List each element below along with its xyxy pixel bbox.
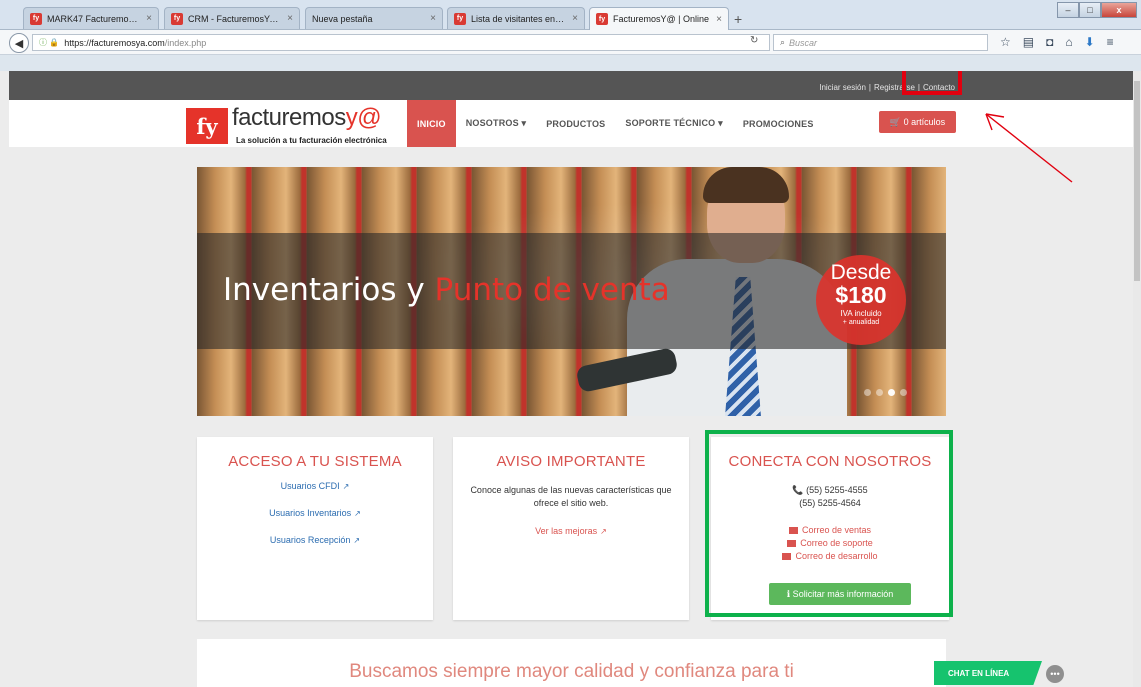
tab-title: FacturemosY@ | Online bbox=[613, 14, 710, 24]
bookmark-star-icon[interactable]: ☆ bbox=[1000, 35, 1011, 49]
link-label: Usuarios CFDI bbox=[280, 481, 340, 491]
link-usuarios-inventarios[interactable]: Usuarios Inventarios ↗ bbox=[197, 508, 433, 518]
browser-tab[interactable]: fy Lista de visitantes en esper... × bbox=[447, 7, 585, 29]
carousel-dot[interactable] bbox=[900, 389, 907, 396]
new-tab-button[interactable]: + bbox=[734, 11, 742, 27]
access-card-title: ACCESO A TU SISTEMA bbox=[228, 453, 402, 470]
close-tab-icon[interactable]: × bbox=[287, 13, 293, 24]
notice-text: Conoce algunas de las nuevas característ… bbox=[470, 485, 672, 508]
bottom-section-title: Buscamos siempre mayor calidad y confian… bbox=[349, 661, 794, 682]
link-separator: | bbox=[868, 83, 871, 92]
logo-mark[interactable]: fy bbox=[186, 108, 228, 144]
close-tab-icon[interactable]: × bbox=[146, 13, 152, 24]
minimize-icon[interactable]: ‒ bbox=[1057, 2, 1079, 18]
close-tab-icon[interactable]: × bbox=[572, 13, 578, 24]
reload-icon[interactable]: ↻ bbox=[750, 35, 758, 46]
tab-title: Nueva pestaña bbox=[312, 13, 373, 24]
url-path: /index.php bbox=[164, 37, 207, 48]
banner-title: Inventarios y Punto de venta bbox=[223, 272, 670, 308]
browser-tab-strip: fy MARK47 FacturemosY@ | L... × fy CRM -… bbox=[0, 0, 1141, 30]
close-window-icon[interactable]: x bbox=[1101, 2, 1137, 18]
hero-banner[interactable]: Inventarios y Punto de venta Desde $180 … bbox=[197, 167, 946, 416]
scrollbar-thumb[interactable] bbox=[1134, 81, 1140, 281]
chat-bubble-icon[interactable]: ••• bbox=[1046, 665, 1064, 683]
page-top-gap bbox=[0, 55, 1141, 71]
address-bar[interactable]: ⓘ 🔒 https://facturemosya.com /index.php bbox=[32, 34, 770, 51]
notice-card: AVISO IMPORTANTE Conoce algunas de las n… bbox=[453, 437, 689, 620]
browser-tab[interactable]: Nueva pestaña × bbox=[305, 7, 443, 29]
site-favicon-icon: fy bbox=[171, 12, 183, 25]
nav-item-inicio[interactable]: INICIO bbox=[407, 100, 456, 147]
site-favicon-icon: fy bbox=[30, 12, 42, 25]
banner-title-main: Inventarios y bbox=[223, 272, 435, 308]
window-controls: ‒ □ x bbox=[1057, 2, 1137, 18]
home-icon[interactable]: ⌂ bbox=[1065, 35, 1072, 49]
link-label: Usuarios Inventarios bbox=[269, 508, 352, 518]
banner-title-accent: Punto de venta bbox=[434, 272, 670, 308]
site-favicon-icon: fy bbox=[596, 13, 608, 25]
nav-item-promociones[interactable]: PROMOCIONES bbox=[733, 100, 824, 147]
lock-icon: ⓘ 🔒 bbox=[39, 38, 60, 47]
browser-tab-active[interactable]: fy FacturemosY@ | Online × bbox=[589, 7, 729, 30]
main-header: fy facturemosy@ La solución a tu factura… bbox=[9, 100, 1133, 147]
browser-nav-bar: ◀ ⓘ 🔒 https://facturemosya.com /index.ph… bbox=[0, 30, 1141, 55]
link-label: Ver las mejoras bbox=[535, 526, 598, 536]
top-utility-bar: Iniciar sesión | Registrarse | Contacto bbox=[9, 71, 1133, 100]
nav-item-soporte[interactable]: SOPORTE TÉCNICO ▾ bbox=[615, 100, 732, 147]
see-improvements-link[interactable]: Ver las mejoras ↗ bbox=[453, 526, 689, 536]
link-usuarios-recepcion[interactable]: Usuarios Recepción ↗ bbox=[197, 535, 433, 545]
link-label: Usuarios Recepción bbox=[269, 535, 351, 545]
contact-highlight-box bbox=[902, 71, 962, 95]
tab-title: CRM - FacturemosYA 5.0 bbox=[188, 13, 282, 24]
page-scrollbar[interactable] bbox=[1133, 71, 1141, 687]
badge-tax-note: IVA incluido bbox=[840, 309, 882, 318]
browser-tab[interactable]: fy MARK47 FacturemosY@ | L... × bbox=[23, 7, 159, 29]
menu-icon[interactable]: ≡ bbox=[1107, 35, 1114, 49]
notice-card-title: AVISO IMPORTANTE bbox=[496, 453, 646, 470]
close-tab-icon[interactable]: × bbox=[430, 13, 436, 24]
external-link-icon: ↗ bbox=[600, 527, 607, 536]
logo-name: facturemos bbox=[232, 104, 346, 131]
nav-item-productos[interactable]: PRODUCTOS bbox=[536, 100, 615, 147]
logo-tagline: La solución a tu facturación electrónica bbox=[236, 136, 387, 145]
logo-name-accent: y@ bbox=[345, 104, 382, 131]
browser-tab[interactable]: fy CRM - FacturemosYA 5.0 × bbox=[164, 7, 300, 29]
external-link-icon: ↗ bbox=[354, 509, 361, 518]
carousel-dots bbox=[864, 389, 907, 396]
access-card: ACCESO A TU SISTEMA Usuarios CFDI ↗ Usuar… bbox=[197, 437, 433, 620]
pocket-icon[interactable]: ◘ bbox=[1046, 35, 1053, 49]
search-placeholder: Buscar bbox=[789, 37, 818, 48]
carousel-dot[interactable] bbox=[876, 389, 883, 396]
main-menu: INICIO NOSOTROS ▾ PRODUCTOS SOPORTE TÉCN… bbox=[407, 100, 824, 147]
url-host: https://facturemosya.com bbox=[64, 37, 165, 48]
maximize-icon[interactable]: □ bbox=[1079, 2, 1101, 18]
nav-item-nosotros[interactable]: NOSOTROS ▾ bbox=[456, 100, 537, 147]
site-favicon-icon: fy bbox=[454, 12, 466, 25]
reading-list-icon[interactable]: ▤ bbox=[1023, 35, 1034, 49]
link-usuarios-cfdi[interactable]: Usuarios CFDI ↗ bbox=[197, 481, 433, 491]
login-link[interactable]: Iniciar sesión bbox=[819, 83, 866, 92]
tab-title: MARK47 FacturemosY@ | L... bbox=[47, 13, 140, 24]
search-input[interactable]: ⌕ Buscar bbox=[773, 34, 988, 51]
badge-price: $180 bbox=[835, 282, 887, 308]
contact-card-highlight-box bbox=[705, 430, 953, 617]
website-viewport: Iniciar sesión | Registrarse | Contacto … bbox=[9, 71, 1133, 687]
carousel-dot[interactable] bbox=[864, 389, 871, 396]
carousel-dot-active[interactable] bbox=[888, 389, 895, 396]
badge-annual-note: + anualidad bbox=[842, 319, 880, 326]
chat-online-button[interactable]: CHAT EN LÍNEA bbox=[934, 661, 1042, 685]
logo-wordmark[interactable]: facturemosy@ bbox=[232, 104, 382, 132]
search-icon: ⌕ bbox=[780, 37, 786, 47]
price-badge: Desde $180 IVA incluido + anualidad bbox=[816, 255, 906, 345]
external-link-icon: ↗ bbox=[353, 536, 361, 545]
bottom-section: Buscamos siempre mayor calidad y confian… bbox=[197, 639, 946, 687]
tab-title: Lista de visitantes en esper... bbox=[471, 13, 567, 24]
back-arrow-icon[interactable]: ◀ bbox=[9, 33, 29, 53]
cart-button[interactable]: 🛒 0 artículos bbox=[879, 111, 956, 133]
browser-toolbar: ☆ ▤ ◘ ⌂ ⬇ ≡ bbox=[1000, 35, 1114, 49]
close-tab-icon[interactable]: × bbox=[716, 14, 722, 25]
download-icon[interactable]: ⬇ bbox=[1085, 35, 1095, 49]
external-link-icon: ↗ bbox=[342, 482, 350, 491]
